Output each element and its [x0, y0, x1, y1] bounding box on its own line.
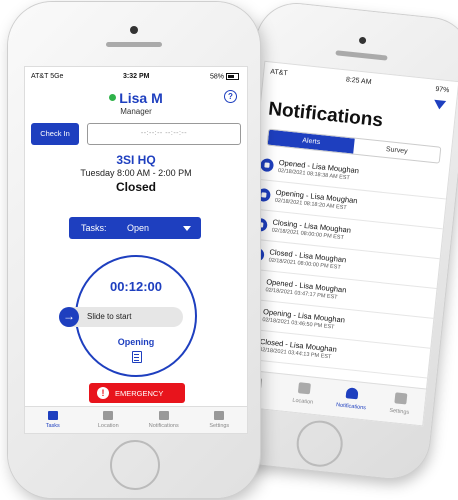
- bell-icon: [158, 411, 169, 420]
- bell-icon: [345, 387, 359, 400]
- battery: 97%: [434, 85, 450, 95]
- lock-icon: [259, 157, 275, 173]
- carrier: AT&T 5Ge: [31, 73, 64, 80]
- clock: 3:32 PM: [123, 73, 150, 80]
- tasks-screen: AT&T 5Ge 3:32 PM 58% Lisa M Manager ? Ch…: [24, 66, 248, 434]
- checklist-icon[interactable]: [132, 351, 142, 363]
- filter-icon[interactable]: [433, 99, 447, 110]
- nav-label: Location: [97, 423, 119, 429]
- nav-label: Settings: [209, 423, 230, 429]
- notification-list: Opened - Lisa Moughan 02/18/2021 08:18:3…: [234, 149, 450, 379]
- nav-label: Tasks: [45, 423, 60, 429]
- home-button[interactable]: [110, 440, 160, 490]
- gear-icon: [394, 392, 408, 405]
- gear-icon: [214, 411, 225, 420]
- clock: 8:25 AM: [345, 76, 372, 87]
- timer-state: Opening: [117, 337, 155, 347]
- tab-survey[interactable]: Survey: [353, 139, 440, 163]
- nav-location[interactable]: Location: [81, 407, 137, 433]
- nav-label: Location: [292, 397, 314, 406]
- tasks-dropdown[interactable]: Tasks: Open: [69, 217, 201, 239]
- battery: 58%: [209, 73, 224, 81]
- camera-icon: [130, 26, 138, 34]
- nav-label: Notifications: [335, 402, 367, 412]
- tab-alerts[interactable]: Alerts: [267, 129, 355, 154]
- page-title: Notifications: [267, 98, 384, 132]
- phone-tasks: AT&T 5Ge 3:32 PM 58% Lisa M Manager ? Ch…: [8, 2, 260, 498]
- nav-settings[interactable]: Settings: [192, 407, 248, 433]
- site-name: 3SI HQ: [116, 153, 156, 167]
- check-in-button[interactable]: Check In: [31, 123, 79, 145]
- nav-label: Settings: [389, 407, 410, 416]
- user-header: Lisa M: [25, 89, 247, 107]
- nav-notifications[interactable]: Notifications: [136, 407, 192, 433]
- chevron-down-icon: [183, 226, 191, 231]
- battery-icon: [226, 73, 239, 80]
- nav-notifications[interactable]: Notifications: [326, 379, 378, 420]
- slide-to-start-slider[interactable]: → Slide to start: [59, 307, 183, 327]
- site-status: Closed: [115, 180, 156, 194]
- check-in-time-field[interactable]: --:--:-- --:--:--: [87, 123, 241, 145]
- user-name: Lisa M: [119, 89, 163, 106]
- emergency-button[interactable]: ! EMERGENCY: [89, 383, 185, 403]
- site-hours: Tuesday 8:00 AM - 2:00 PM: [80, 168, 192, 178]
- arrow-right-icon[interactable]: →: [59, 307, 79, 327]
- timer-value: 00:12:00: [109, 279, 163, 294]
- online-status-icon: [109, 94, 117, 102]
- nav-location[interactable]: Location: [277, 374, 329, 415]
- nav-settings[interactable]: Settings: [374, 384, 426, 425]
- timer-panel: 00:12:00 → Slide to start Opening: [59, 255, 197, 377]
- help-icon[interactable]: ?: [224, 90, 237, 103]
- tasks-label: Tasks:: [81, 223, 107, 233]
- building-icon: [297, 382, 311, 395]
- emergency-label: EMERGENCY: [115, 389, 164, 398]
- nav-tasks[interactable]: Tasks: [25, 407, 81, 433]
- status-bar: AT&T 5Ge 3:32 PM 58%: [25, 67, 247, 85]
- carrier: AT&T: [269, 68, 288, 78]
- building-icon: [103, 411, 114, 420]
- slide-label: Slide to start: [87, 312, 132, 321]
- tab-bar: Tasks Location Notifications Settings: [25, 406, 247, 433]
- task-icon: [47, 411, 58, 420]
- battery-indicator: 58%: [210, 73, 239, 80]
- notifications-screen: AT&T 8:25 AM 97% Notifications Alerts Su…: [228, 60, 458, 427]
- nav-label: Notifications: [148, 423, 179, 429]
- user-role: Manager: [120, 107, 152, 116]
- speaker-grille: [106, 42, 162, 47]
- tasks-value: Open: [127, 223, 150, 233]
- alert-icon: !: [97, 387, 109, 399]
